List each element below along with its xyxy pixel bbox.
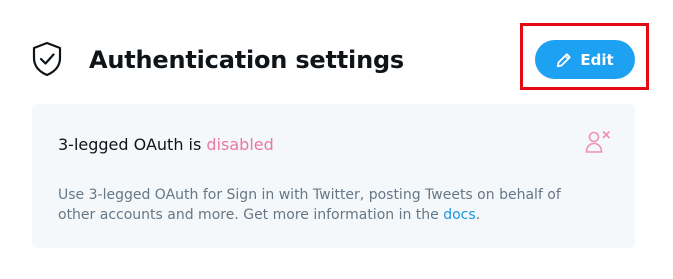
oauth-status-prefix: 3-legged OAuth is	[58, 135, 202, 154]
oauth-status-value: disabled	[206, 135, 274, 154]
authentication-settings-page: Authentication settings Edit 3-legged OA…	[0, 0, 673, 279]
edit-button[interactable]: Edit	[535, 40, 635, 79]
docs-link[interactable]: docs	[443, 207, 475, 223]
user-x-icon	[584, 128, 612, 156]
oauth-description-text: Use 3-legged OAuth for Sign in with Twit…	[58, 187, 561, 223]
oauth-status: 3-legged OAuth is disabled	[58, 135, 274, 155]
oauth-settings-card: 3-legged OAuth is disabled Use 3-legged …	[32, 104, 635, 248]
edit-button-label: Edit	[580, 50, 614, 69]
pencil-icon	[556, 52, 572, 68]
oauth-description: Use 3-legged OAuth for Sign in with Twit…	[58, 185, 578, 225]
oauth-description-suffix: .	[475, 207, 481, 223]
shield-check-icon	[31, 41, 63, 77]
page-title: Authentication settings	[89, 46, 405, 74]
